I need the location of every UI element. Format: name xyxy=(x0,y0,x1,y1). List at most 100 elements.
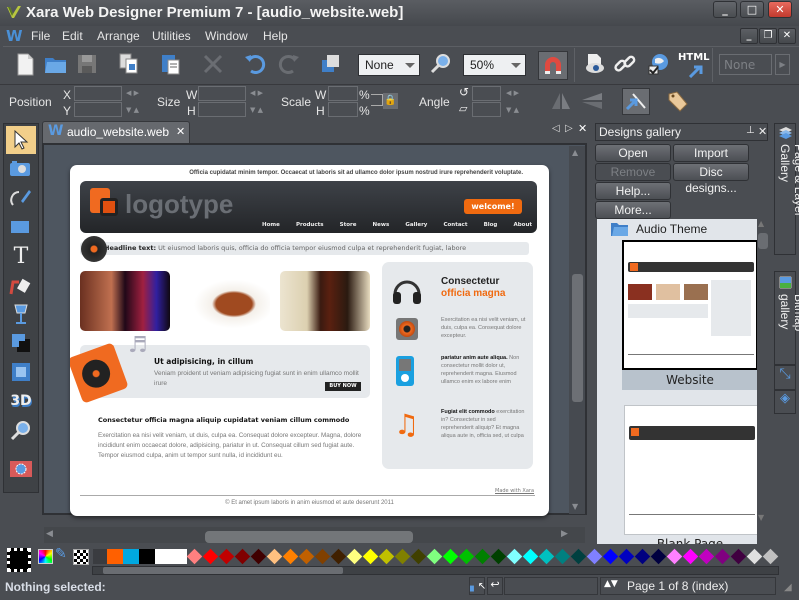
vertical-scroll-thumb[interactable] xyxy=(572,274,583,402)
palette-scrollbar[interactable] xyxy=(92,566,779,575)
doc-close-button[interactable]: ✕ xyxy=(778,28,796,44)
nav-news[interactable]: News xyxy=(373,222,390,228)
color-swatch[interactable] xyxy=(666,548,683,565)
position-x-field[interactable] xyxy=(74,86,122,101)
made-with-xara-link[interactable]: Made with Xara xyxy=(495,488,534,494)
color-swatch[interactable] xyxy=(298,548,315,565)
skew-nudge-icon[interactable]: ▼ ▲ xyxy=(506,106,519,114)
bevel-tool[interactable] xyxy=(6,358,36,386)
no-color-swatch[interactable] xyxy=(73,549,89,565)
zoom-tool-icon[interactable] xyxy=(428,51,454,77)
import-button[interactable]: Import xyxy=(673,144,749,162)
flip-horizontal-icon[interactable] xyxy=(550,90,572,112)
color-swatch[interactable] xyxy=(538,548,555,565)
save-icon[interactable] xyxy=(74,51,100,77)
web-properties-icon[interactable] xyxy=(645,51,671,77)
web-page[interactable]: Officia cupidatat minim tempor. Occaecat… xyxy=(70,165,549,516)
position-y-field[interactable] xyxy=(74,102,122,117)
selector-tool[interactable] xyxy=(6,126,36,154)
color-swatch[interactable] xyxy=(362,548,379,565)
color-swatch[interactable] xyxy=(218,548,235,565)
photo-tool[interactable] xyxy=(6,155,36,183)
nav-blog[interactable]: Blog xyxy=(484,222,498,228)
close-document-icon[interactable]: ✕ xyxy=(578,122,587,135)
page-layer-gallery-tab[interactable]: Page & Layer Gallery xyxy=(774,123,799,255)
snap-toggle[interactable] xyxy=(538,51,568,80)
named-color-swatch[interactable] xyxy=(107,549,123,564)
bitmap-gallery-tab[interactable]: Bitmap gallery xyxy=(774,271,799,365)
color-swatch[interactable] xyxy=(442,548,459,565)
scale-h-field[interactable] xyxy=(328,102,358,117)
buy-now-button[interactable]: BUY NOW xyxy=(325,382,361,391)
scroll-up-icon[interactable]: ▲ xyxy=(572,148,578,157)
flip-vertical-icon[interactable] xyxy=(580,90,604,112)
color-swatch[interactable] xyxy=(250,548,267,565)
nav-products[interactable]: Products xyxy=(296,222,324,228)
color-swatch[interactable] xyxy=(186,548,203,565)
preview-eye-icon[interactable] xyxy=(582,51,608,77)
style-select[interactable]: None xyxy=(719,54,772,75)
nav-about[interactable]: About xyxy=(513,222,532,228)
fill-tool[interactable] xyxy=(6,271,36,299)
remove-button[interactable]: Remove xyxy=(595,163,671,181)
color-swatch[interactable] xyxy=(282,548,299,565)
color-swatch[interactable] xyxy=(698,548,715,565)
rectangle-tool[interactable] xyxy=(6,213,36,241)
open-folder-icon[interactable] xyxy=(43,51,69,77)
transparency-tool[interactable] xyxy=(6,300,36,328)
color-swatch[interactable] xyxy=(490,548,507,565)
named-color-swatch[interactable] xyxy=(139,549,155,564)
palette-scroll-thumb[interactable] xyxy=(103,567,343,574)
color-swatch[interactable] xyxy=(266,548,283,565)
angle-field[interactable] xyxy=(472,86,501,101)
size-nudge-vertical-icon[interactable]: ▼ ▲ xyxy=(250,106,263,114)
design-thumbnail-blank-page[interactable] xyxy=(624,405,757,535)
menu-window[interactable]: Window xyxy=(205,29,248,43)
menu-file[interactable]: File xyxy=(31,29,50,43)
color-swatch[interactable] xyxy=(762,548,779,565)
gallery-scroll-down-icon[interactable]: ▼ xyxy=(758,513,764,522)
current-color-swatch[interactable] xyxy=(7,548,31,572)
color-swatch[interactable] xyxy=(346,548,363,565)
new-document-icon[interactable] xyxy=(12,51,38,77)
color-swatch[interactable] xyxy=(378,548,395,565)
scroll-down-icon[interactable]: ▼ xyxy=(572,502,578,511)
menu-utilities[interactable]: Utilities xyxy=(152,29,191,43)
gallery-scroll-thumb[interactable] xyxy=(758,233,768,249)
color-swatch[interactable] xyxy=(234,548,251,565)
redo-icon[interactable] xyxy=(276,51,302,77)
text-tool[interactable]: T xyxy=(6,242,36,270)
doc-restore-button[interactable]: ❐ xyxy=(759,28,777,44)
zoom-select[interactable]: 50% xyxy=(463,54,526,76)
more-button[interactable]: More... xyxy=(595,201,671,219)
tab-audio-website[interactable]: W audio_website.web ✕ xyxy=(42,121,190,143)
size-w-field[interactable] xyxy=(198,86,246,101)
page-up-down-icon[interactable]: ▲▼ xyxy=(604,579,618,589)
color-swatch[interactable] xyxy=(554,548,571,565)
menu-help[interactable]: Help xyxy=(263,29,288,43)
color-swatch[interactable] xyxy=(570,548,587,565)
scale-w-field[interactable] xyxy=(328,86,358,101)
live-effects-tool[interactable] xyxy=(6,455,36,483)
menu-arrange[interactable]: Arrange xyxy=(97,29,140,43)
color-swatch[interactable] xyxy=(714,548,731,565)
resize-gallery-tab[interactable]: ⤡ xyxy=(774,365,796,390)
color-swatch[interactable] xyxy=(394,548,411,565)
zoom-tool[interactable] xyxy=(6,416,36,444)
export-html-label[interactable]: HTML xyxy=(678,52,710,63)
tab-scroll-left-icon[interactable]: ◁ xyxy=(552,123,560,134)
named-color-swatch[interactable] xyxy=(155,549,187,564)
color-swatch[interactable] xyxy=(586,548,603,565)
tab-scroll-right-icon[interactable]: ▷ xyxy=(565,123,573,134)
paste-icon[interactable] xyxy=(158,51,184,77)
scroll-left-icon[interactable]: ◀ xyxy=(46,529,53,539)
color-swatch[interactable] xyxy=(746,548,763,565)
gallery-close-icon[interactable]: ✕ xyxy=(758,125,767,138)
color-swatch[interactable] xyxy=(410,548,427,565)
menu-edit[interactable]: Edit xyxy=(62,29,83,43)
horizontal-scroll-thumb[interactable] xyxy=(205,531,413,543)
minimize-button[interactable]: _ xyxy=(713,1,737,18)
eyedropper-icon[interactable]: ✎ xyxy=(55,546,67,562)
color-swatch[interactable] xyxy=(634,548,651,565)
size-nudge-horizontal-icon[interactable]: ◀ ▶ xyxy=(250,89,263,97)
